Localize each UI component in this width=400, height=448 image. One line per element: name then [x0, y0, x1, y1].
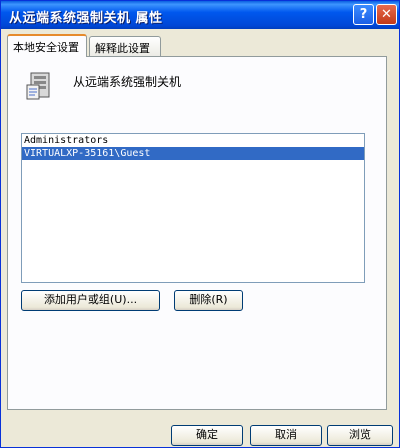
tab-explain[interactable]: 解释此设置 [89, 36, 161, 56]
help-button[interactable]: ? [353, 4, 374, 25]
properties-dialog: 从远端系统强制关机 属性 ? ✕ 本地安全设置 解释此设置 从远端系统强制关机 … [0, 0, 400, 448]
add-user-or-group-button[interactable]: 添加用户或组(U)... [21, 290, 160, 311]
user-group-list[interactable]: Administrators VIRTUALXP-35161\Guest [21, 133, 365, 283]
tab-panel: 从远端系统强制关机 Administrators VIRTUALXP-35161… [7, 56, 387, 410]
window-title: 从远端系统强制关机 属性 [9, 11, 163, 26]
cancel-button[interactable]: 取消 [250, 425, 322, 446]
list-item[interactable]: VIRTUALXP-35161\Guest [22, 147, 364, 160]
browse-button[interactable]: 浏览 [327, 425, 393, 446]
server-policy-icon [26, 72, 50, 100]
list-item[interactable]: Administrators [22, 134, 364, 147]
policy-name: 从远端系统强制关机 [73, 75, 182, 89]
title-bar[interactable]: 从远端系统强制关机 属性 ? ✕ [1, 1, 399, 29]
ok-button[interactable]: 确定 [171, 425, 243, 446]
close-button[interactable]: ✕ [376, 4, 397, 25]
tab-local-security-setting[interactable]: 本地安全设置 [7, 34, 87, 57]
remove-button[interactable]: 删除(R) [174, 290, 243, 311]
